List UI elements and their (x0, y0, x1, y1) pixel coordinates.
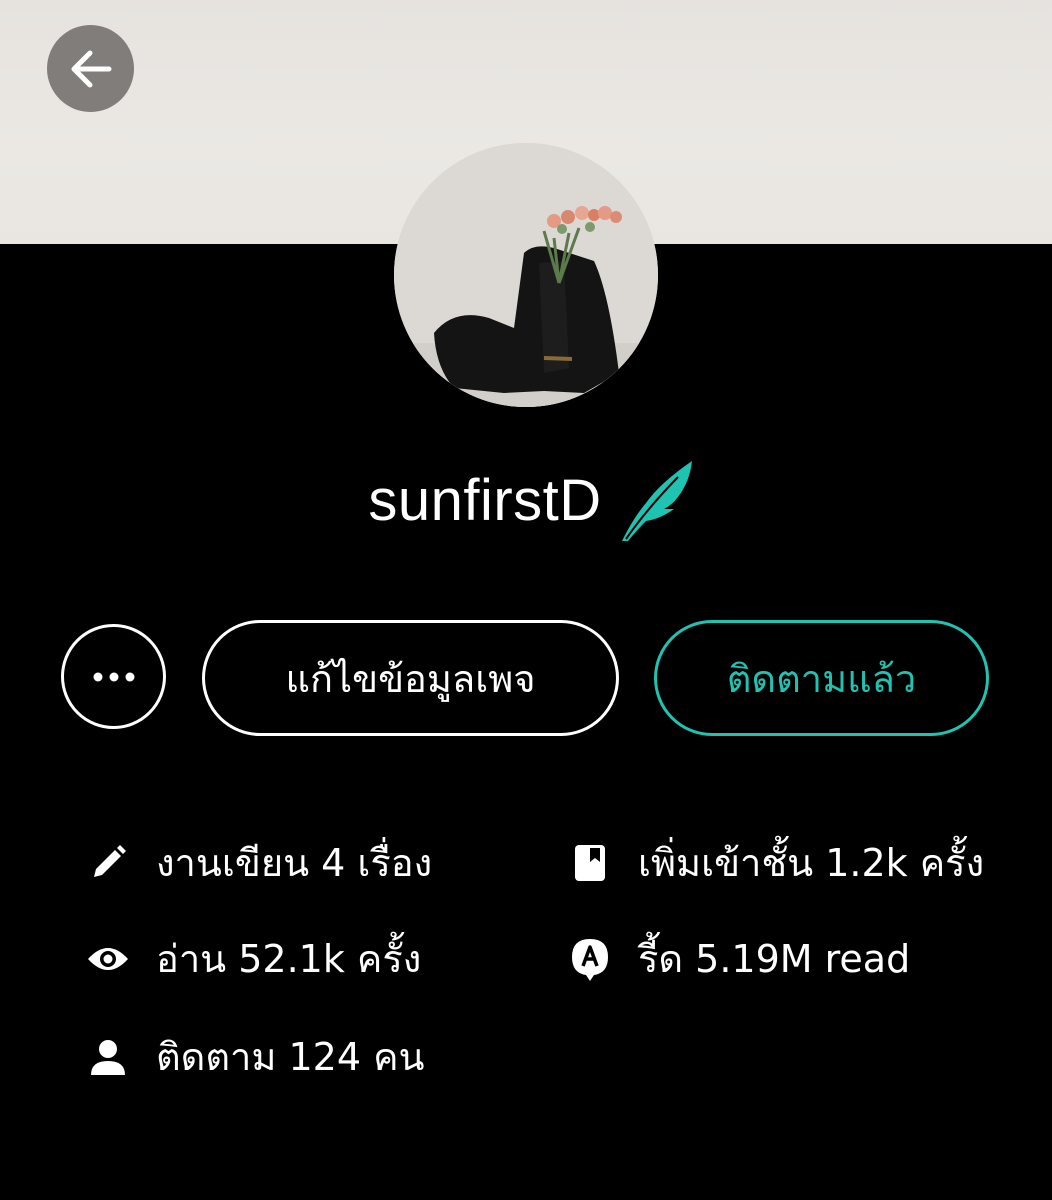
stat-shelf-adds: เพิ่มเข้าชั้น 1.2k ครั้ง (568, 832, 984, 893)
avatar-image (394, 143, 658, 407)
stat-followers-text: ติดตาม 124 คน (156, 1035, 425, 1079)
edit-page-button[interactable]: แก้ไขข้อมูลเพจ (202, 620, 619, 736)
following-label: ติดตามแล้ว (726, 656, 917, 701)
person-icon (86, 1035, 130, 1079)
following-button[interactable]: ติดตามแล้ว (654, 620, 989, 736)
read-badge-icon (568, 937, 612, 981)
stat-shelf-adds-text: เพิ่มเข้าชั้น 1.2k ครั้ง (638, 841, 985, 885)
username-row: sunfirstD (0, 445, 1052, 555)
stat-read-count: รี้ด 5.19M read (568, 928, 910, 989)
book-icon (568, 841, 612, 885)
profile-page: sunfirstD แก้ไขข้อมูลเพจ ติดตามแล้ว งานเ… (0, 0, 1052, 1200)
edit-page-label: แก้ไขข้อมูลเพจ (285, 656, 536, 701)
stat-reads: อ่าน 52.1k ครั้ง (86, 928, 421, 989)
avatar[interactable] (394, 143, 658, 407)
stat-read-count-text: รี้ด 5.19M read (638, 937, 911, 981)
stat-followers: ติดตาม 124 คน (86, 1026, 425, 1087)
more-button[interactable] (61, 624, 166, 729)
back-button[interactable] (47, 25, 134, 112)
eye-icon (86, 937, 130, 981)
arrow-left-icon (71, 50, 111, 87)
stat-reads-text: อ่าน 52.1k ครั้ง (156, 937, 422, 981)
pencil-icon (86, 841, 130, 885)
stat-works-text: งานเขียน 4 เรื่อง (156, 841, 433, 885)
quill-icon (621, 461, 692, 541)
username: sunfirstD (368, 467, 602, 533)
stat-works: งานเขียน 4 เรื่อง (86, 832, 432, 893)
more-dots-icon (93, 672, 134, 681)
